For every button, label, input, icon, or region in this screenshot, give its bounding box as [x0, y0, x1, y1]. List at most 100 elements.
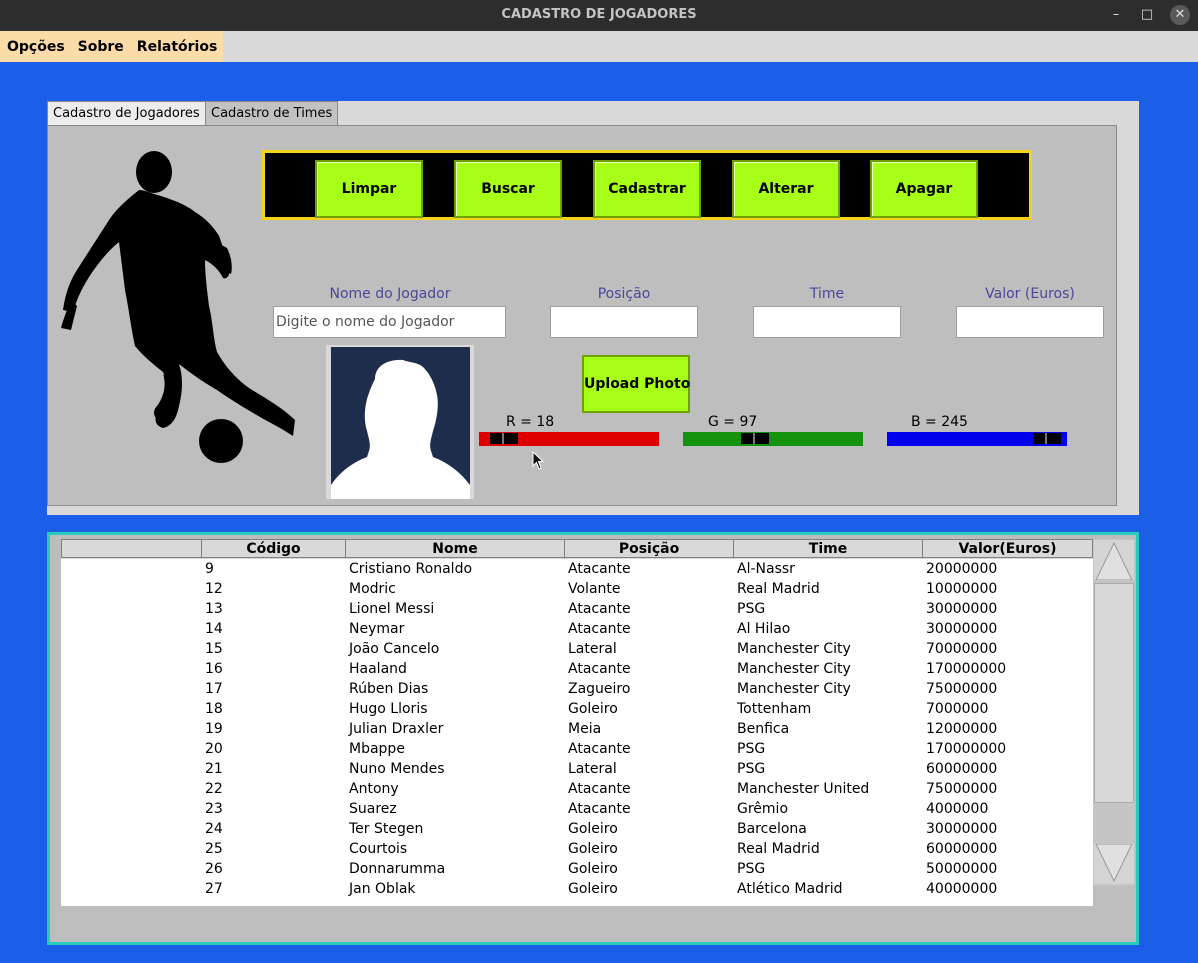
cadastrar-button[interactable]: Cadastrar [593, 160, 701, 218]
tab-cadastro-times[interactable]: Cadastro de Times [205, 101, 339, 126]
cell-nome: Mbappe [349, 741, 405, 757]
table-row[interactable]: 19 Julian Draxler Meia Benfica 12000000 [61, 719, 1093, 739]
table-row[interactable]: 16 Haaland Atacante Manchester City 17000000… [61, 659, 1093, 679]
table-row[interactable]: 12 Modric Volante Real Madrid 10000000 [61, 579, 1093, 599]
cell-codigo: 24 [205, 821, 223, 837]
cell-posicao: Goleiro [568, 821, 618, 837]
nome-jogador-input[interactable] [273, 306, 506, 338]
cell-codigo: 26 [205, 861, 223, 877]
blue-slider-thumb[interactable] [1033, 433, 1061, 444]
green-slider[interactable] [683, 432, 863, 446]
cell-codigo: 13 [205, 601, 223, 617]
table-row[interactable]: 15 João Cancelo Lateral Manchester City 7000… [61, 639, 1093, 659]
cell-valor: 170000000 [926, 741, 1007, 757]
maximize-icon[interactable]: □ [1137, 5, 1157, 25]
cell-posicao: Lateral [568, 641, 617, 657]
column-header-codigo[interactable]: Código [201, 539, 346, 558]
cell-time: PSG [737, 761, 766, 777]
table-scrollbar[interactable] [1093, 539, 1135, 886]
players-table[interactable]: Código Nome Posição Time Valor(Euros) 9 C… [61, 539, 1093, 906]
apagar-button[interactable]: Apagar [870, 160, 978, 218]
limpar-button[interactable]: Limpar [315, 160, 423, 218]
cell-codigo: 12 [205, 581, 223, 597]
red-slider-thumb[interactable] [490, 433, 518, 444]
tab-cadastro-jogadores[interactable]: Cadastro de Jogadores [47, 101, 206, 126]
scrollbar-thumb[interactable] [1094, 583, 1134, 803]
cell-codigo: 23 [205, 801, 223, 817]
cell-posicao: Goleiro [568, 841, 618, 857]
cell-valor: 60000000 [926, 841, 998, 857]
cell-valor: 75000000 [926, 781, 998, 797]
cell-nome: Donnarumma [349, 861, 446, 877]
cell-valor: 30000000 [926, 621, 998, 637]
table-row[interactable]: 17 Rúben Dias Zagueiro Manchester City 75000… [61, 679, 1093, 699]
table-row[interactable]: 21 Nuno Mendes Lateral PSG 60000000 [61, 759, 1093, 779]
column-header-index[interactable] [61, 539, 202, 558]
buscar-button[interactable]: Buscar [454, 160, 562, 218]
menu-sobre[interactable]: Sobre [65, 31, 124, 62]
scroll-up-arrow-icon[interactable] [1094, 540, 1134, 580]
menu-opcoes[interactable]: Opções [0, 31, 65, 62]
cell-codigo: 15 [205, 641, 223, 657]
cell-nome: Rúben Dias [349, 681, 429, 697]
upload-photo-button[interactable]: Upload Photo [582, 355, 690, 413]
scroll-down-arrow-icon[interactable] [1094, 844, 1134, 884]
alterar-button[interactable]: Alterar [732, 160, 840, 218]
cell-nome: Hugo Lloris [349, 701, 428, 717]
green-value-label: G = 97 [708, 414, 758, 430]
table-row[interactable]: 9 Cristiano Ronaldo Atacante Al-Nassr 200000… [61, 559, 1093, 579]
menu-relatorios[interactable]: Relatórios [124, 31, 218, 62]
cell-time: Grêmio [737, 801, 789, 817]
cell-nome: Nuno Mendes [349, 761, 445, 777]
minimize-icon[interactable]: – [1106, 5, 1126, 25]
column-header-posicao[interactable]: Posição [564, 539, 734, 558]
column-header-valor[interactable]: Valor(Euros) [922, 539, 1093, 558]
column-header-nome[interactable]: Nome [345, 539, 565, 558]
cell-nome: Lionel Messi [349, 601, 435, 617]
cell-time: Atlético Madrid [737, 881, 843, 897]
menu-bar: Opções Sobre Relatórios [0, 31, 1198, 62]
green-slider-thumb[interactable] [741, 433, 769, 444]
cell-codigo: 22 [205, 781, 223, 797]
table-row[interactable]: 23 Suarez Atacante Grêmio 4000000 [61, 799, 1093, 819]
cell-time: Manchester City [737, 661, 851, 677]
cell-posicao: Zagueiro [568, 681, 631, 697]
cell-codigo: 17 [205, 681, 223, 697]
cell-time: Al Hilao [737, 621, 791, 637]
valor-euros-input[interactable] [956, 306, 1104, 338]
table-row[interactable]: 14 Neymar Atacante Al Hilao 30000000 [61, 619, 1093, 639]
table-row[interactable]: 22 Antony Atacante Manchester United 7500000… [61, 779, 1093, 799]
cell-posicao: Goleiro [568, 861, 618, 877]
table-row[interactable]: 25 Courtois Goleiro Real Madrid 60000000 [61, 839, 1093, 859]
cell-posicao: Volante [568, 581, 621, 597]
table-row[interactable]: 27 Jan Oblak Goleiro Atlético Madrid 4000000… [61, 879, 1093, 899]
table-row[interactable]: 24 Ter Stegen Goleiro Barcelona 30000000 [61, 819, 1093, 839]
table-row[interactable]: 18 Hugo Lloris Goleiro Tottenham 7000000 [61, 699, 1093, 719]
blue-value-label: B = 245 [911, 414, 968, 430]
cell-nome: Modric [349, 581, 396, 597]
cell-time: Al-Nassr [737, 561, 795, 577]
red-value-label: R = 18 [506, 414, 555, 430]
cell-time: PSG [737, 741, 766, 757]
blue-slider[interactable] [887, 432, 1067, 446]
table-row[interactable]: 13 Lionel Messi Atacante PSG 30000000 [61, 599, 1093, 619]
cell-time: Real Madrid [737, 581, 820, 597]
cell-valor: 7000000 [926, 701, 989, 717]
close-icon[interactable]: ✕ [1170, 5, 1190, 25]
posicao-input[interactable] [550, 306, 698, 338]
cell-valor: 70000000 [926, 641, 998, 657]
cell-valor: 50000000 [926, 861, 998, 877]
cell-codigo: 27 [205, 881, 223, 897]
time-input[interactable] [753, 306, 901, 338]
cell-valor: 60000000 [926, 761, 998, 777]
table-row[interactable]: 26 Donnarumma Goleiro PSG 50000000 [61, 859, 1093, 879]
cell-time: Manchester City [737, 681, 851, 697]
column-header-time[interactable]: Time [733, 539, 923, 558]
cell-posicao: Atacante [568, 661, 631, 677]
cell-nome: Haaland [349, 661, 407, 677]
table-row[interactable]: 20 Mbappe Atacante PSG 170000000 [61, 739, 1093, 759]
cell-posicao: Atacante [568, 801, 631, 817]
red-slider[interactable] [479, 432, 659, 446]
time-label: Time [809, 286, 845, 302]
cell-nome: Jan Oblak [349, 881, 416, 897]
